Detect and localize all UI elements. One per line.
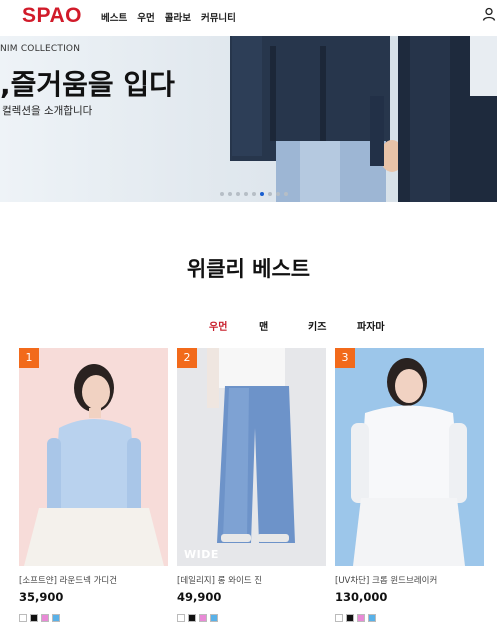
carousel-dot[interactable] xyxy=(236,192,240,196)
carousel-dot[interactable] xyxy=(220,192,224,196)
color-swatch-white[interactable] xyxy=(19,614,27,622)
site-header: SPAO 베스트 우먼 콜라보 커뮤니티 xyxy=(0,0,497,36)
tab-kids[interactable]: 키즈 xyxy=(308,318,326,333)
rank-badge: 1 xyxy=(19,348,39,368)
nav-item-women[interactable]: 우먼 xyxy=(137,10,154,24)
product-photo-cardigan xyxy=(19,348,168,566)
rank-badge: 2 xyxy=(177,348,197,368)
tab-women[interactable]: 우먼 xyxy=(209,318,227,333)
nav-item-community[interactable]: 커뮤니티 xyxy=(201,10,236,24)
product-image[interactable]: 1 xyxy=(19,348,168,566)
color-swatch-blue[interactable] xyxy=(368,614,376,622)
carousel-dots xyxy=(220,192,288,196)
carousel-dot[interactable] xyxy=(268,192,272,196)
color-swatch-black[interactable] xyxy=(346,614,354,622)
tab-men[interactable]: 맨 xyxy=(259,318,268,333)
hero-description: 컬렉션을 소개합니다 xyxy=(2,105,93,117)
spao-logo[interactable]: SPAO xyxy=(22,4,82,28)
section-title: 위클리 베스트 xyxy=(186,257,311,281)
tab-pajama[interactable]: 파자마 xyxy=(357,318,385,333)
product-name[interactable]: [UV차단] 크롭 윈드브레이커 xyxy=(335,574,437,586)
carousel-dot[interactable] xyxy=(276,192,280,196)
product-card[interactable]: 3 [UV차단] 크롭 윈드브레이커 130,000 xyxy=(335,348,484,622)
nav-item-best[interactable]: 베스트 xyxy=(101,10,127,24)
product-photo-jeans xyxy=(177,348,326,566)
product-price: 130,000 xyxy=(335,590,388,604)
product-card[interactable]: 1 [소프트얀] 라운드넥 가디건 35,900 xyxy=(19,348,168,622)
color-swatch-white[interactable] xyxy=(177,614,185,622)
color-swatch-blue[interactable] xyxy=(52,614,60,622)
hero-title: ,즐거움을 입다 xyxy=(0,68,175,101)
hero-banner[interactable]: NIM COLLECTION ,즐거움을 입다 컬렉션을 소개합니다 xyxy=(0,36,497,202)
category-tabs: 우먼 맨 키즈 파자마 xyxy=(0,318,497,333)
color-swatch-white[interactable] xyxy=(335,614,343,622)
color-swatch-pink[interactable] xyxy=(199,614,207,622)
color-swatch-black[interactable] xyxy=(30,614,38,622)
color-swatch-pink[interactable] xyxy=(357,614,365,622)
carousel-dot[interactable] xyxy=(260,192,264,196)
carousel-dot[interactable] xyxy=(244,192,248,196)
hero-subtitle: NIM COLLECTION xyxy=(0,44,81,54)
color-swatch-blue[interactable] xyxy=(210,614,218,622)
carousel-dot[interactable] xyxy=(252,192,256,196)
product-image[interactable]: 3 xyxy=(335,348,484,566)
color-swatch-black[interactable] xyxy=(188,614,196,622)
user-icon[interactable] xyxy=(482,7,496,21)
carousel-dot[interactable] xyxy=(228,192,232,196)
color-swatches xyxy=(335,614,376,622)
product-name[interactable]: [소프트얀] 라운드넥 가디건 xyxy=(19,574,117,586)
product-overlay-text: WIDE xyxy=(184,548,219,561)
color-swatch-pink[interactable] xyxy=(41,614,49,622)
product-name[interactable]: [데일리지] 롱 와이드 진 xyxy=(177,574,262,586)
nav-item-collab[interactable]: 콜라보 xyxy=(165,10,191,24)
rank-badge: 3 xyxy=(335,348,355,368)
product-price: 49,900 xyxy=(177,590,222,604)
color-swatches xyxy=(19,614,60,622)
product-image[interactable]: 2 WIDE xyxy=(177,348,326,566)
product-price: 35,900 xyxy=(19,590,64,604)
product-photo-windbreaker xyxy=(335,348,484,566)
carousel-dot[interactable] xyxy=(284,192,288,196)
product-card[interactable]: 2 WIDE [데일리지] 롱 와이드 진 49,900 xyxy=(177,348,326,622)
hero-image xyxy=(230,36,497,202)
color-swatches xyxy=(177,614,218,622)
main-nav: 베스트 우먼 콜라보 커뮤니티 xyxy=(101,10,236,24)
